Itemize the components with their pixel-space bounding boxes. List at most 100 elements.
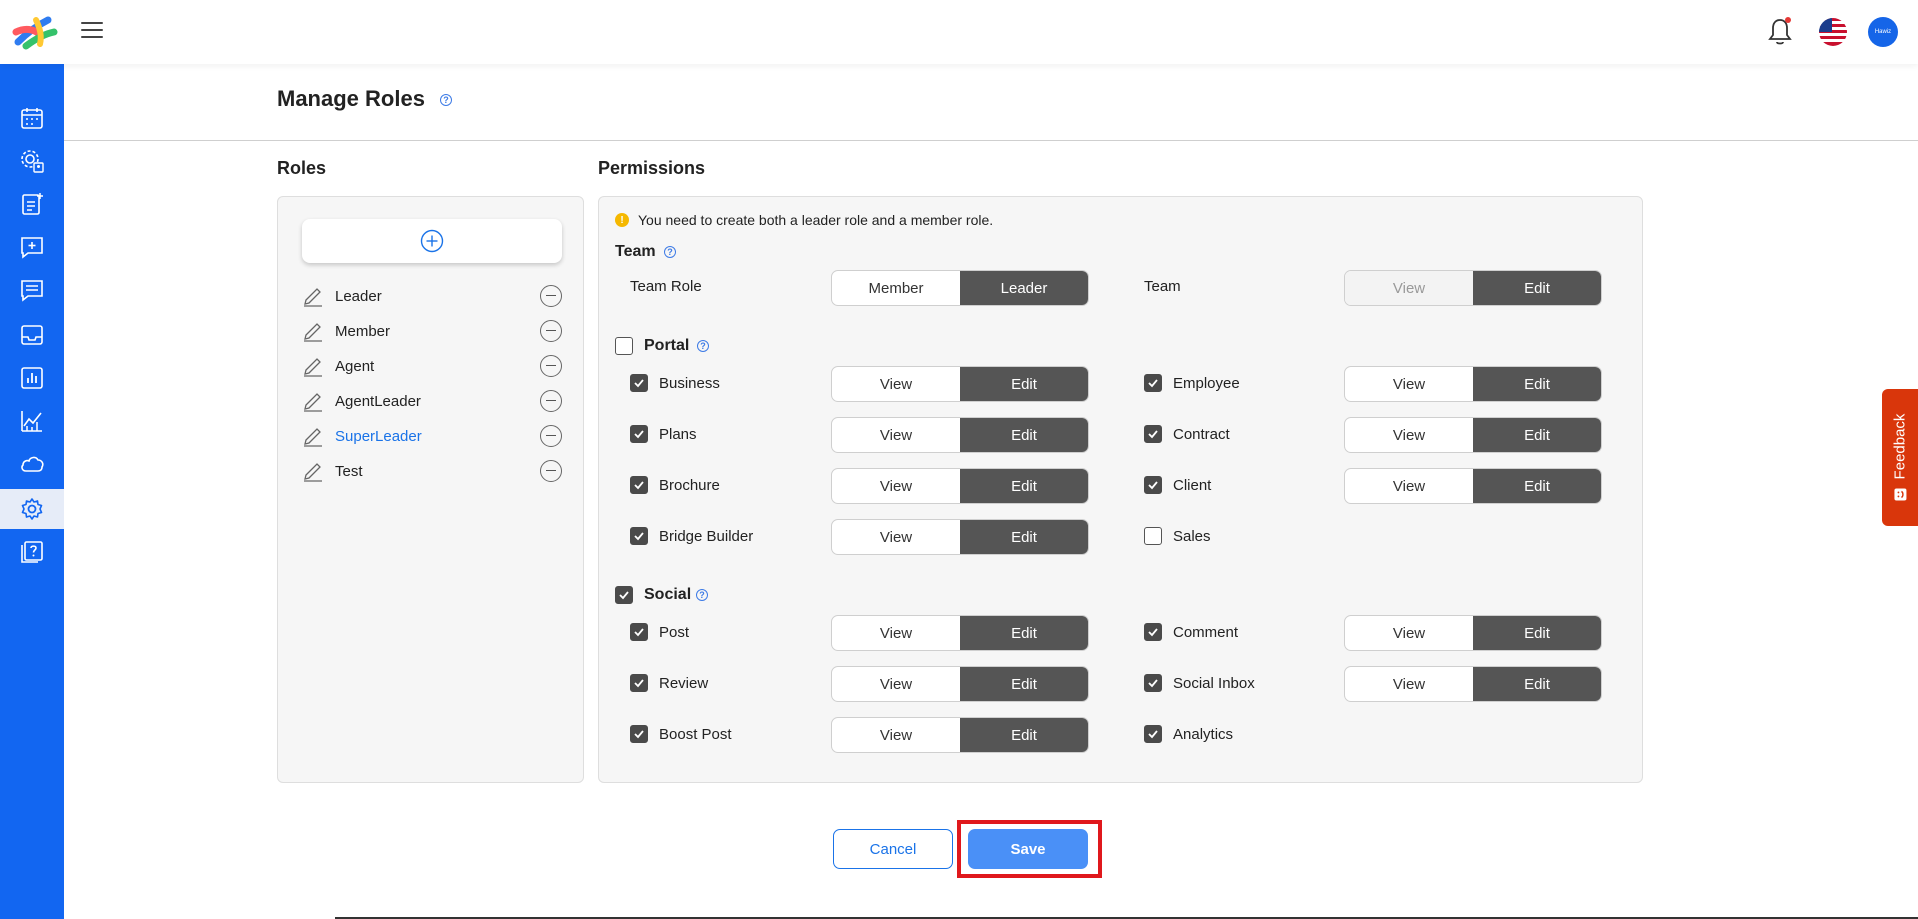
edit-option[interactable]: Edit — [1473, 616, 1601, 650]
remove-role-icon[interactable] — [540, 355, 562, 377]
edit-option[interactable]: Edit — [960, 520, 1088, 554]
sidebar-item-help[interactable] — [0, 532, 64, 572]
us-flag-icon[interactable] — [1819, 18, 1847, 46]
boost-post-permission-toggle: View Edit — [831, 717, 1089, 753]
edit-pencil-icon[interactable] — [302, 460, 324, 482]
view-option[interactable]: View — [832, 616, 960, 650]
post-checkbox[interactable] — [630, 623, 648, 641]
notification-dot — [1785, 17, 1791, 23]
social-checkbox[interactable] — [615, 586, 633, 604]
remove-role-icon[interactable] — [540, 425, 562, 447]
view-option[interactable]: View — [1345, 616, 1473, 650]
sidebar-item-add-document[interactable] — [0, 184, 64, 224]
client-checkbox[interactable] — [1144, 476, 1162, 494]
role-item-agent[interactable]: Agent — [302, 352, 562, 380]
team-role-option-member[interactable]: Member — [832, 271, 960, 305]
team-role-option-leader[interactable]: Leader — [960, 271, 1088, 305]
sales-checkbox[interactable] — [1144, 527, 1162, 545]
employee-checkbox[interactable] — [1144, 374, 1162, 392]
client-permission-toggle: View Edit — [1344, 468, 1602, 504]
review-checkbox[interactable] — [630, 674, 648, 692]
view-option[interactable]: View — [832, 418, 960, 452]
view-option[interactable]: View — [832, 520, 960, 554]
edit-option[interactable]: Edit — [960, 469, 1088, 503]
view-option[interactable]: View — [832, 667, 960, 701]
view-option[interactable]: View — [832, 367, 960, 401]
app-logo[interactable] — [12, 14, 58, 50]
business-checkbox[interactable] — [630, 374, 648, 392]
role-item-test[interactable]: Test — [302, 457, 562, 485]
edit-option[interactable]: Edit — [960, 616, 1088, 650]
view-option[interactable]: View — [1345, 469, 1473, 503]
brochure-checkbox[interactable] — [630, 476, 648, 494]
cancel-button[interactable]: Cancel — [833, 829, 953, 869]
sidebar-item-add-message[interactable] — [0, 227, 64, 267]
menu-toggle-icon[interactable] — [81, 22, 103, 40]
role-item-leader[interactable]: Leader — [302, 282, 562, 310]
edit-pencil-icon[interactable] — [302, 285, 324, 307]
edit-option[interactable]: Edit — [960, 667, 1088, 701]
sidebar-item-user-settings[interactable] — [0, 141, 64, 181]
help-icon[interactable]: ? — [697, 340, 709, 352]
view-option[interactable]: View — [1345, 271, 1473, 305]
view-option[interactable]: View — [832, 469, 960, 503]
top-bar: Hawiz — [0, 0, 1918, 64]
edit-option[interactable]: Edit — [960, 367, 1088, 401]
analytics-label: Analytics — [1173, 726, 1234, 743]
user-avatar[interactable]: Hawiz — [1868, 17, 1898, 47]
edit-pencil-icon[interactable] — [302, 320, 324, 342]
cloud-icon — [21, 456, 44, 472]
remove-role-icon[interactable] — [540, 390, 562, 412]
bridge-builder-permission-toggle: View Edit — [831, 519, 1089, 555]
comment-checkbox[interactable] — [1144, 623, 1162, 641]
analytics-checkbox[interactable] — [1144, 725, 1162, 743]
brochure-permission-toggle: View Edit — [831, 468, 1089, 504]
view-option[interactable]: View — [832, 718, 960, 752]
edit-option[interactable]: Edit — [1473, 367, 1601, 401]
help-icon[interactable]: ? — [664, 246, 676, 258]
edit-pencil-icon[interactable] — [302, 390, 324, 412]
portal-group-label: Portal — [644, 337, 690, 354]
role-item-superleader[interactable]: SuperLeader — [302, 422, 562, 450]
save-button[interactable]: Save — [968, 829, 1088, 869]
view-option[interactable]: View — [1345, 667, 1473, 701]
help-icon[interactable]: ? — [440, 94, 452, 106]
sidebar-item-analytics[interactable] — [0, 401, 64, 441]
remove-role-icon[interactable] — [540, 460, 562, 482]
sidebar-item-cloud[interactable] — [0, 444, 64, 484]
sidebar-item-settings[interactable] — [0, 489, 64, 529]
help-icon[interactable]: ? — [696, 589, 708, 601]
contract-checkbox[interactable] — [1144, 425, 1162, 443]
edit-pencil-icon[interactable] — [302, 425, 324, 447]
edit-option[interactable]: Edit — [960, 418, 1088, 452]
portal-checkbox[interactable] — [615, 337, 633, 355]
sidebar-item-messages[interactable] — [0, 270, 64, 310]
sidebar-item-reports[interactable] — [0, 358, 64, 398]
bridge-builder-checkbox[interactable] — [630, 527, 648, 545]
sidebar-item-inbox[interactable] — [0, 315, 64, 355]
edit-option[interactable]: Edit — [1473, 271, 1601, 305]
role-item-member[interactable]: Member — [302, 317, 562, 345]
boost-post-label: Boost Post — [659, 726, 732, 743]
role-name: Test — [335, 462, 363, 480]
feedback-tab[interactable]: Feedback — [1882, 389, 1918, 526]
boost-post-checkbox[interactable] — [630, 725, 648, 743]
sidebar-item-calendar[interactable] — [0, 98, 64, 138]
remove-role-icon[interactable] — [540, 285, 562, 307]
edit-option[interactable]: Edit — [1473, 469, 1601, 503]
edit-option[interactable]: Edit — [960, 718, 1088, 752]
social-inbox-checkbox[interactable] — [1144, 674, 1162, 692]
edit-pencil-icon[interactable] — [302, 355, 324, 377]
add-role-button[interactable] — [302, 219, 562, 263]
plans-checkbox[interactable] — [630, 425, 648, 443]
role-item-agentleader[interactable]: AgentLeader — [302, 387, 562, 415]
plus-circle-icon — [420, 229, 444, 253]
view-option[interactable]: View — [1345, 367, 1473, 401]
view-option[interactable]: View — [1345, 418, 1473, 452]
brochure-label: Brochure — [659, 477, 720, 494]
role-name: AgentLeader — [335, 392, 421, 410]
edit-option[interactable]: Edit — [1473, 418, 1601, 452]
notification-bell-icon[interactable] — [1767, 17, 1793, 47]
remove-role-icon[interactable] — [540, 320, 562, 342]
edit-option[interactable]: Edit — [1473, 667, 1601, 701]
